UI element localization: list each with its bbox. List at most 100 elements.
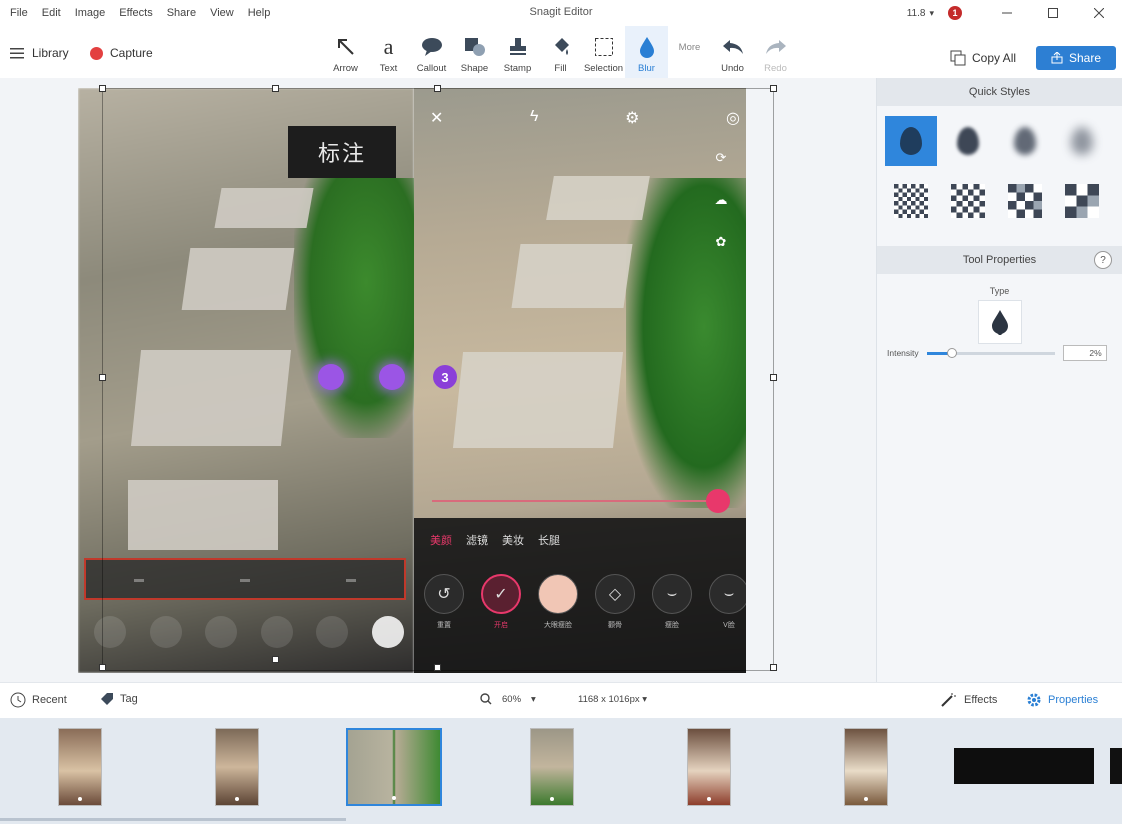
- canvas-area[interactable]: 标注 ▬ ▬ ▬ ✕ ϟ ⚙ ◎ ⟳ ☁ ✿ 美颜 滤镜 美妆 长腿 ↺ 重置 …: [0, 78, 876, 682]
- beauty-item-label: 重置: [437, 622, 451, 629]
- resize-handle[interactable]: [272, 656, 279, 663]
- library-button[interactable]: Library: [10, 46, 69, 60]
- zoom-control[interactable]: 60% ▾: [480, 693, 536, 705]
- image-size-control[interactable]: 1168 x 1016px ▾: [578, 694, 647, 705]
- annotation-label[interactable]: 标注: [288, 126, 396, 178]
- tool-shape[interactable]: Shape: [453, 26, 496, 78]
- copy-all-button[interactable]: Copy All: [950, 50, 1016, 66]
- menu-share[interactable]: Share: [167, 7, 196, 19]
- help-button[interactable]: ?: [1094, 251, 1112, 269]
- resize-handle[interactable]: [770, 664, 777, 671]
- tag-button[interactable]: Tag: [100, 692, 138, 706]
- tool-properties-header: Tool Properties ?: [877, 246, 1122, 274]
- tool-selection[interactable]: Selection: [582, 26, 625, 78]
- resize-handle[interactable]: [99, 664, 106, 671]
- user-menu[interactable]: 11.8 ▾: [907, 8, 934, 19]
- more-tools-button[interactable]: More: [668, 26, 711, 78]
- focus-dot: [318, 364, 344, 390]
- flash-icon: ϟ: [530, 108, 539, 125]
- share-button[interactable]: Share: [1036, 46, 1116, 70]
- intensity-row: Intensity 2%: [887, 344, 1113, 362]
- recent-button[interactable]: Recent: [10, 692, 67, 708]
- resize-handle[interactable]: [272, 85, 279, 92]
- notification-badge[interactable]: 1: [948, 6, 962, 20]
- beauty-tab: 长腿: [538, 535, 560, 547]
- tool-text[interactable]: a Text: [367, 26, 410, 78]
- resize-handle[interactable]: [434, 664, 441, 671]
- menu-effects[interactable]: Effects: [119, 7, 152, 19]
- menu-view[interactable]: View: [210, 7, 234, 19]
- resize-handle[interactable]: [434, 85, 441, 92]
- redo-icon: [765, 40, 786, 54]
- effects-button[interactable]: Effects: [940, 692, 997, 708]
- style-pixelate-2[interactable]: [942, 176, 994, 226]
- beauty-slider-track: [432, 500, 712, 502]
- side-icon: ⟳: [715, 150, 727, 165]
- style-blur-4[interactable]: [1056, 116, 1108, 166]
- resize-handle[interactable]: [99, 85, 106, 92]
- thumbnail-dot: [707, 797, 711, 801]
- intensity-slider-knob[interactable]: [947, 347, 958, 358]
- undo-button[interactable]: Undo: [711, 26, 754, 78]
- menu-file[interactable]: File: [10, 7, 28, 19]
- style-pixelate-1[interactable]: [885, 176, 937, 226]
- stone-slab: [128, 480, 278, 550]
- menu-edit[interactable]: Edit: [42, 7, 61, 19]
- tray-thumbnail[interactable]: [215, 728, 259, 806]
- beauty-tab: 美妆: [502, 535, 524, 547]
- resize-handle[interactable]: [770, 374, 777, 381]
- minimize-icon: [1002, 12, 1012, 14]
- bottom-bar: Recent Tag 60% ▾ 1168 x 1016px ▾ Effects…: [0, 682, 1122, 718]
- tray-thumbnail-partial[interactable]: [1110, 748, 1122, 784]
- style-pixelate-3[interactable]: [999, 176, 1051, 226]
- close-window-button[interactable]: [1076, 0, 1122, 26]
- properties-button[interactable]: Properties: [1026, 692, 1098, 708]
- thumbnail-dot: [864, 797, 868, 801]
- tool-blur[interactable]: Blur: [625, 26, 668, 78]
- canvas-image[interactable]: 标注 ▬ ▬ ▬ ✕ ϟ ⚙ ◎ ⟳ ☁ ✿ 美颜 滤镜 美妆 长腿 ↺ 重置 …: [78, 88, 746, 673]
- zoom-value: 60%: [502, 693, 522, 705]
- intensity-slider[interactable]: [926, 347, 1055, 358]
- tray-thumbnail[interactable]: [844, 728, 888, 806]
- tool-stamp[interactable]: Stamp: [496, 26, 539, 78]
- redo-button[interactable]: Redo: [754, 26, 797, 78]
- caret-down-icon: ▾: [929, 7, 934, 18]
- style-blur-2[interactable]: [942, 116, 994, 166]
- stone-slab: [452, 352, 624, 448]
- style-pixelate-4[interactable]: [1056, 176, 1108, 226]
- tool-arrow[interactable]: Arrow: [324, 26, 367, 78]
- blurred-circle: [149, 616, 182, 648]
- menu-help[interactable]: Help: [248, 7, 271, 19]
- gear-icon: [1027, 693, 1041, 707]
- tray-scrollbar[interactable]: [0, 818, 346, 821]
- menu-image[interactable]: Image: [75, 7, 106, 19]
- intensity-value-field[interactable]: 2%: [1062, 345, 1107, 361]
- beauty-item: ✓ 开启: [481, 574, 521, 630]
- capture-label: Capture: [110, 46, 153, 60]
- minimize-button[interactable]: [984, 0, 1030, 26]
- pixelate-icon: [894, 184, 928, 218]
- resize-handle[interactable]: [770, 85, 777, 92]
- capture-button[interactable]: Capture: [90, 46, 153, 60]
- step-badge[interactable]: 3: [433, 365, 457, 389]
- quick-styles-grid: [877, 106, 1122, 236]
- caret-down-icon: ▾: [531, 693, 536, 705]
- tool-callout[interactable]: Callout: [410, 26, 453, 78]
- focus-dot: [379, 364, 405, 390]
- resize-handle[interactable]: [99, 374, 106, 381]
- blur-type-selector[interactable]: [977, 300, 1022, 344]
- tray-thumbnail[interactable]: [58, 728, 102, 806]
- style-blur-1[interactable]: [885, 116, 937, 166]
- thumbnail-dot: [78, 797, 82, 801]
- more-label: More: [678, 41, 701, 53]
- tray-thumbnail-dark[interactable]: [954, 748, 1094, 784]
- magnifier-icon: [480, 693, 492, 705]
- tool-text-label: Text: [379, 63, 398, 74]
- beauty-item-label: 瘦脸: [665, 622, 679, 629]
- style-blur-3[interactable]: [999, 116, 1051, 166]
- tray-thumbnail-selected[interactable]: [346, 728, 442, 806]
- tray-thumbnail[interactable]: [530, 728, 574, 806]
- maximize-button[interactable]: [1030, 0, 1076, 26]
- tray-thumbnail[interactable]: [687, 728, 731, 806]
- tool-fill[interactable]: Fill: [539, 26, 582, 78]
